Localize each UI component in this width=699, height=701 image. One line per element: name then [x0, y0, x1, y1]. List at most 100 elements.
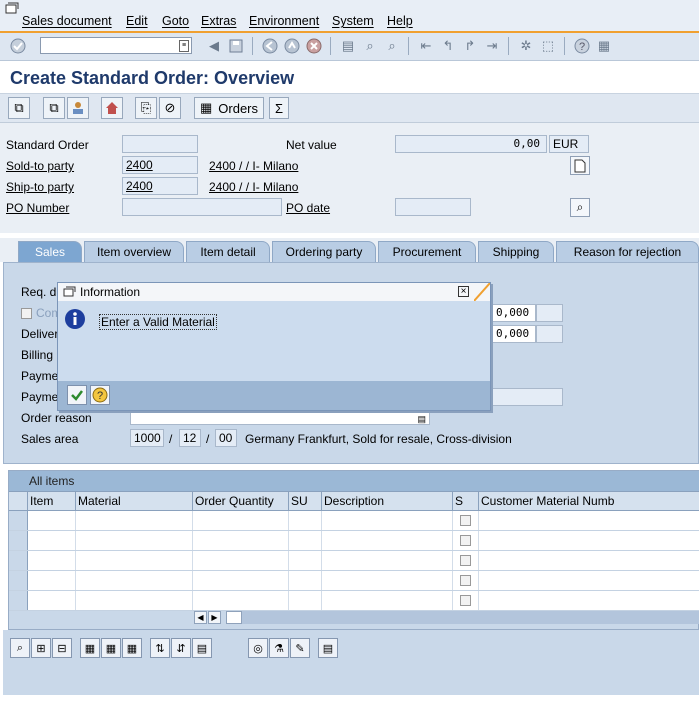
po-date-field[interactable]	[395, 198, 471, 216]
delete-row-icon[interactable]: ⊟	[52, 638, 72, 658]
ship-to-field[interactable]: 2400	[122, 177, 198, 195]
complete-delivery-checkbox[interactable]	[21, 308, 32, 319]
table-row[interactable]	[9, 591, 699, 611]
exit-icon[interactable]	[284, 38, 300, 54]
table-cell[interactable]	[479, 531, 699, 550]
scroll-left-icon[interactable]: ◀	[194, 611, 207, 624]
configure-icon[interactable]: ▤	[192, 638, 212, 658]
table-cell[interactable]	[322, 511, 453, 530]
print-icon[interactable]: ▤	[340, 38, 356, 54]
tab-shipping[interactable]: Shipping	[478, 241, 554, 262]
layout-menu-icon[interactable]: ▦	[596, 38, 612, 54]
table-cell[interactable]	[289, 571, 322, 590]
table-cell[interactable]	[76, 511, 193, 530]
ship-to-label[interactable]: Ship-to party	[6, 180, 74, 194]
window-menu-icon[interactable]	[5, 2, 19, 14]
find-icon[interactable]: ⌕	[362, 38, 378, 54]
ship-to-description[interactable]: 2400 / / I- Milano	[209, 180, 298, 194]
table-cell[interactable]	[28, 571, 76, 590]
table-cell[interactable]	[193, 571, 289, 590]
payment-field-right[interactable]	[492, 388, 563, 406]
tab-procurement[interactable]: Procurement	[378, 241, 476, 262]
document-icon[interactable]	[570, 156, 590, 175]
table-cell[interactable]	[453, 531, 479, 550]
new-session-icon[interactable]: ✲	[518, 38, 534, 54]
tab-item-detail[interactable]: Item detail	[186, 241, 270, 262]
header-details-icon[interactable]: ⧉	[43, 97, 65, 119]
orders-button[interactable]: ▦ Orders	[194, 97, 264, 119]
menu-edit[interactable]: Edit	[126, 14, 148, 28]
table-cell[interactable]	[479, 591, 699, 610]
table-cell[interactable]	[322, 571, 453, 590]
enter-check-icon[interactable]	[10, 38, 26, 54]
delete-icon[interactable]: ⊘	[159, 97, 181, 119]
tab-sales[interactable]: Sales	[18, 241, 82, 262]
table-cell[interactable]	[76, 531, 193, 550]
table-row[interactable]	[9, 511, 699, 531]
row-checkbox[interactable]	[460, 595, 471, 606]
table-cell[interactable]	[479, 571, 699, 590]
dropdown-icon[interactable]: ▤	[417, 411, 426, 427]
edit-notes-icon[interactable]: ✎	[290, 638, 310, 658]
sold-to-label[interactable]: Sold-to party	[6, 159, 74, 173]
table-cell[interactable]	[28, 511, 76, 530]
tab-item-overview[interactable]: Item overview	[84, 241, 184, 262]
tab-ordering-party[interactable]: Ordering party	[272, 241, 376, 262]
table-cell[interactable]	[28, 551, 76, 570]
previous-page-icon[interactable]: ↰	[440, 38, 456, 54]
sales-org-field[interactable]: 1000	[130, 429, 164, 447]
col-order-quantity[interactable]: Order Quantity	[193, 492, 289, 511]
tab-reason-for-rejection[interactable]: Reason for rejection	[556, 241, 699, 262]
distribution-channel-field[interactable]: 12	[179, 429, 201, 447]
table-cell[interactable]	[289, 551, 322, 570]
table-cell[interactable]	[289, 591, 322, 610]
table-cell[interactable]	[322, 591, 453, 610]
shortcut-icon[interactable]: ⬚	[540, 38, 556, 54]
table-cell[interactable]	[322, 531, 453, 550]
table-cell[interactable]	[453, 511, 479, 530]
menu-extras[interactable]: Extras	[201, 14, 236, 28]
po-search-icon[interactable]: ⌕	[570, 198, 590, 217]
home-icon[interactable]	[101, 97, 123, 119]
scroll-right-icon[interactable]: ▶	[208, 611, 221, 624]
command-field[interactable]: ≡	[40, 37, 192, 54]
row-checkbox[interactable]	[460, 515, 471, 526]
sold-to-field[interactable]: 2400	[122, 156, 198, 174]
config-material-icon[interactable]: ⚗	[269, 638, 289, 658]
display-doc-header-icon[interactable]: ⧉	[8, 97, 30, 119]
table-cell[interactable]	[76, 551, 193, 570]
col-item[interactable]: Item	[28, 492, 76, 511]
table-cell[interactable]	[193, 531, 289, 550]
col-su[interactable]: SU	[289, 492, 322, 511]
sort-icon[interactable]: ⇵	[171, 638, 191, 658]
deselect-all-icon[interactable]: ▦	[122, 638, 142, 658]
table-row[interactable]	[9, 571, 699, 591]
row-selector[interactable]	[9, 511, 28, 530]
menu-environment[interactable]: Environment	[249, 14, 319, 28]
order-reason-field[interactable]: ▤	[130, 409, 430, 425]
row-checkbox[interactable]	[460, 535, 471, 546]
sold-to-description[interactable]: 2400 / / I- Milano	[209, 159, 298, 173]
find-next-icon[interactable]: ⌕	[384, 38, 400, 54]
row-checkbox[interactable]	[460, 555, 471, 566]
table-cell[interactable]	[193, 511, 289, 530]
command-history-icon[interactable]: ≡	[179, 40, 189, 52]
table-cell[interactable]	[28, 591, 76, 610]
menu-sales-document[interactable]: Sales document	[22, 14, 112, 28]
table-cell[interactable]	[479, 511, 699, 530]
col-material[interactable]: Material	[76, 492, 193, 511]
table-row[interactable]	[9, 531, 699, 551]
table-cell[interactable]	[76, 591, 193, 610]
pricing-icon[interactable]: ◎	[248, 638, 268, 658]
table-cell[interactable]	[289, 531, 322, 550]
table-row[interactable]	[9, 551, 699, 571]
scroll-thumb[interactable]	[226, 611, 242, 624]
scroll-track[interactable]	[226, 611, 699, 624]
row-selector[interactable]	[9, 551, 28, 570]
po-number-field[interactable]	[122, 198, 282, 216]
triangle-left-icon[interactable]: ◀	[206, 38, 222, 54]
menu-goto[interactable]: Goto	[162, 14, 189, 28]
copy-icon[interactable]: ⎘	[135, 97, 157, 119]
horizontal-scrollbar[interactable]: ◀ ▶	[194, 611, 699, 627]
menu-system[interactable]: System	[332, 14, 374, 28]
